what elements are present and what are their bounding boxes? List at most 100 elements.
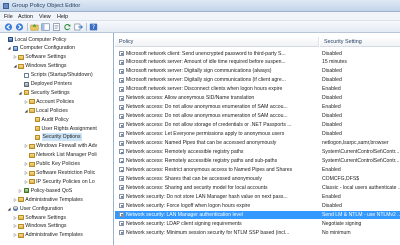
folder-icon xyxy=(18,232,24,238)
column-header-policy[interactable]: Policy xyxy=(115,37,319,47)
up-icon[interactable] xyxy=(30,23,39,31)
policy-row[interactable]: Microsoft network server: Digitally sign… xyxy=(115,67,400,75)
tree-node[interactable]: Security Options xyxy=(29,133,82,142)
policy-row[interactable]: Microsoft network server: Amount of idle… xyxy=(115,58,400,66)
collapsed-arrow-icon[interactable] xyxy=(13,197,17,202)
security-setting-value: Negotiate signing xyxy=(322,220,362,227)
security-setting-value: Disabled xyxy=(322,77,342,84)
policy-icon xyxy=(119,95,124,101)
security-setting-value: No minimum xyxy=(322,229,351,236)
tree-node[interactable]: Software Settings xyxy=(13,53,66,61)
policy-list: Policy Security Setting Microsoft networ… xyxy=(115,33,400,245)
column-header-security-setting[interactable]: Security Setting xyxy=(320,37,400,47)
tree-node[interactable]: Account Policies xyxy=(24,98,74,106)
policy-row[interactable]: Microsoft network server: Digitally sign… xyxy=(115,76,400,84)
expanded-arrow-icon[interactable] xyxy=(7,207,11,211)
policy-row[interactable]: Network access: Allow anonymous SID/Name… xyxy=(115,94,400,102)
back-icon[interactable] xyxy=(4,23,13,31)
policy-row[interactable]: Network access: Restrict anonymous acces… xyxy=(115,166,400,174)
collapsed-arrow-icon[interactable] xyxy=(24,171,28,175)
collapsed-arrow-icon[interactable] xyxy=(13,55,17,60)
collapsed-arrow-icon[interactable] xyxy=(13,224,17,229)
policy-row[interactable]: Network access: Sharing and security mod… xyxy=(115,184,400,192)
folder-icon xyxy=(29,161,35,167)
policy-icon xyxy=(119,140,124,146)
collapsed-arrow-icon[interactable] xyxy=(24,144,28,149)
policy-icon xyxy=(119,104,124,110)
menu-view[interactable]: View xyxy=(39,14,51,20)
tree-node[interactable]: IP Security Policies on Lo xyxy=(24,178,95,186)
tree-node[interactable]: Windows Settings xyxy=(13,62,67,70)
policy-row[interactable]: Network security: Force logoff when logo… xyxy=(115,202,400,210)
properties-icon[interactable] xyxy=(52,23,61,31)
tree-node[interactable]: User Rights Assignment xyxy=(29,125,97,133)
title-bar: Group Policy Object Editor xyxy=(0,0,400,12)
policy-row[interactable]: Network access: Do not allow anonymous e… xyxy=(115,112,400,120)
menu-file[interactable]: File xyxy=(4,14,13,20)
export-icon[interactable] xyxy=(74,23,83,31)
policy-row[interactable]: Network access: Do not allow anonymous e… xyxy=(115,103,400,111)
policy-row[interactable]: Network access: Named Pipes that can be … xyxy=(115,139,400,147)
policy-row[interactable]: Network access: Remotely accessible regi… xyxy=(115,157,400,165)
folder-icon xyxy=(29,152,35,158)
policy-row[interactable]: Network security: Do not store LAN Manag… xyxy=(115,193,400,201)
expanded-arrow-icon[interactable] xyxy=(24,109,28,113)
tree-node[interactable]: Software Restriction Polic xyxy=(24,169,95,177)
policy-row[interactable]: Network access: Do not allow storage of … xyxy=(115,121,400,129)
policy-icon xyxy=(119,59,124,65)
tree-node[interactable]: Windows Firewall with Adv xyxy=(24,142,97,150)
policy-row[interactable]: Network access: Let Everyone permissions… xyxy=(115,130,400,138)
policy-name: Network access: Restrict anonymous acces… xyxy=(126,166,293,173)
collapsed-arrow-icon[interactable] xyxy=(24,179,28,184)
collapsed-arrow-icon[interactable] xyxy=(18,188,23,193)
toolbar-separator xyxy=(86,23,87,31)
forward-icon[interactable] xyxy=(15,23,24,31)
tree-node[interactable]: Scripts (Startup/Shutdown) xyxy=(18,71,93,79)
tree-node[interactable]: Local Computer Policy xyxy=(2,36,66,44)
tree-node-label: Scripts (Startup/Shutdown) xyxy=(30,72,93,79)
policy-name: Network access: Remotely accessible regi… xyxy=(126,157,278,164)
tree-node[interactable]: Administrative Templates xyxy=(13,231,83,239)
policy-row[interactable]: Network security: LDAP client signing re… xyxy=(115,220,400,228)
policy-row[interactable]: Microsoft network client: Send unencrypt… xyxy=(115,50,400,58)
tree-node[interactable]: Policy-based QoS xyxy=(18,187,72,195)
tree-node-label: Security Settings xyxy=(30,89,70,96)
menu-action[interactable]: Action xyxy=(18,14,33,20)
tree-node[interactable]: Security Settings xyxy=(18,89,70,97)
tree-node[interactable]: Local Policies xyxy=(24,107,68,115)
policy-row[interactable]: Network security: LAN Manager authentica… xyxy=(115,210,400,219)
tree-node[interactable]: Software Settings xyxy=(13,214,66,222)
expanded-arrow-icon[interactable] xyxy=(7,46,11,50)
tree-node[interactable]: Network List Manager Poli xyxy=(24,151,97,159)
collapsed-arrow-icon[interactable] xyxy=(13,233,17,238)
folder-icon xyxy=(29,170,35,176)
menu-help[interactable]: Help xyxy=(57,14,68,20)
tree-node[interactable]: Administrative Templates xyxy=(13,196,83,204)
policy-row[interactable]: Network access: Remotely accessible regi… xyxy=(115,148,400,156)
policy-icon xyxy=(23,188,30,194)
tree-node[interactable]: User Configuration xyxy=(7,205,63,213)
policy-row[interactable]: Microsoft network server: Disconnect cli… xyxy=(115,85,400,93)
collapsed-arrow-icon[interactable] xyxy=(13,215,17,220)
tree-node[interactable]: Public Key Policies xyxy=(24,160,80,168)
policy-row[interactable]: Network access: Shares that can be acces… xyxy=(115,175,400,183)
tree-node[interactable]: Audit Policy xyxy=(29,116,69,124)
refresh-icon[interactable] xyxy=(63,23,72,31)
policy-name: Microsoft network server: Digitally sign… xyxy=(126,77,286,84)
folder-icon xyxy=(34,134,40,140)
tree-node-label: Public Key Policies xyxy=(36,161,80,168)
folder-icon xyxy=(18,63,24,69)
show-hide-tree-icon[interactable] xyxy=(41,23,50,31)
tree-node[interactable]: Computer Configuration xyxy=(7,44,75,52)
expanded-arrow-icon[interactable] xyxy=(18,91,22,95)
tree-node[interactable]: Deployed Printers xyxy=(18,80,72,88)
tree-node[interactable]: Windows Settings xyxy=(13,222,67,230)
policy-row[interactable]: Network security: Minimum session securi… xyxy=(115,229,400,237)
collapsed-arrow-icon[interactable] xyxy=(24,162,28,167)
security-setting-value: Enabled xyxy=(322,166,341,173)
help-icon[interactable]: ? xyxy=(89,23,98,31)
collapsed-arrow-icon[interactable] xyxy=(24,99,28,104)
expanded-arrow-icon[interactable] xyxy=(13,64,17,68)
